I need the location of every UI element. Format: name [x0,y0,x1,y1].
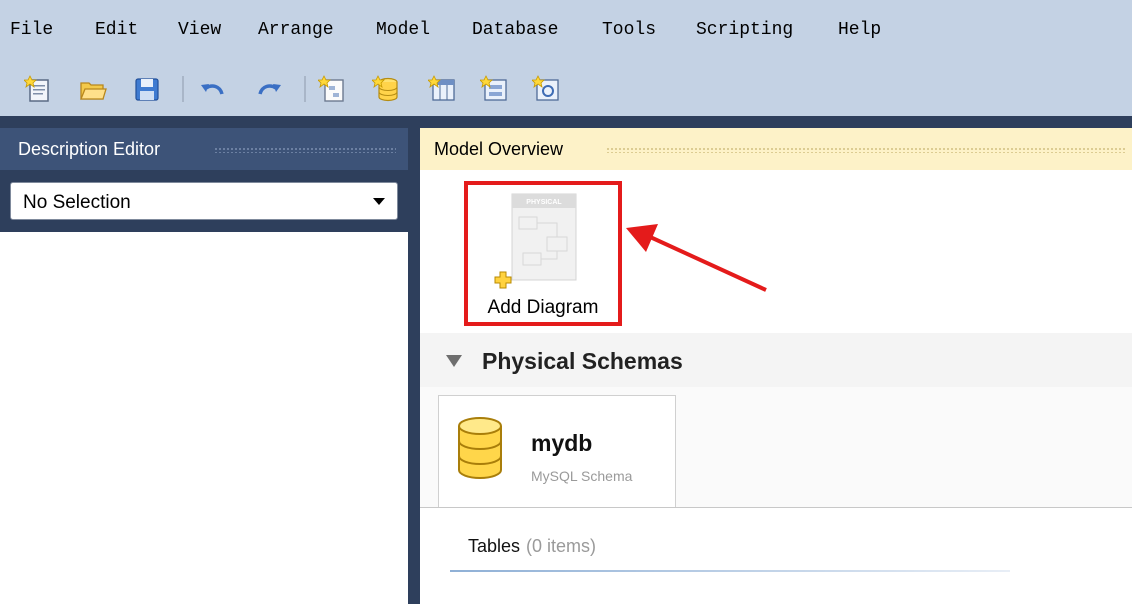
physical-schemas-section-header[interactable]: Physical Schemas [420,333,1132,387]
toolbar-separator [182,76,184,102]
toolbar-separator [304,76,306,102]
add-schema-tool-icon[interactable] [372,74,402,104]
menu-file[interactable]: File [10,20,53,40]
schema-tab-mydb[interactable]: mydb MySQL Schema [438,395,676,507]
chevron-down-icon [373,198,385,205]
panel-splitter[interactable] [408,116,420,604]
add-diagram-tool-icon[interactable] [318,74,348,104]
panel-grip[interactable] [606,147,1126,153]
diagram-thumbnail-icon: PHYSICAL [511,193,577,281]
model-overview-title: Model Overview [434,139,564,159]
toolbar [0,62,1132,116]
undo-icon[interactable] [198,74,228,104]
menu-arrange[interactable]: Arrange [258,20,334,40]
menu-tools[interactable]: Tools [602,20,656,40]
tables-group-header[interactable]: Tables (0 items) [468,536,596,557]
window-frame [0,116,1132,128]
description-editor-header: Description Editor [0,128,408,170]
schema-name: mydb [531,430,593,456]
add-table-icon[interactable] [428,74,458,104]
redo-icon[interactable] [254,74,284,104]
schema-type: MySQL Schema [531,468,633,484]
collapse-triangle-icon[interactable] [446,355,462,367]
model-overview-panel: Model Overview PHYSICAL Add Diagram Phys… [420,128,1132,604]
add-diagram-button[interactable]: PHYSICAL Add Diagram [464,181,622,326]
schema-tab-strip: mydb MySQL Schema [420,387,1132,508]
description-editor-title: Description Editor [18,139,161,159]
selection-row: No Selection [0,170,408,232]
plus-icon [494,271,512,289]
model-overview-header: Model Overview [420,128,1132,170]
description-editor-panel: Description Editor No Selection [0,128,408,604]
physical-schemas-title: Physical Schemas [482,348,683,374]
selection-dropdown[interactable]: No Selection [10,182,398,220]
open-folder-icon[interactable] [78,74,108,104]
menu-scripting[interactable]: Scripting [696,20,793,40]
new-document-icon[interactable] [24,74,54,104]
menu-edit[interactable]: Edit [95,20,138,40]
tables-label: Tables [468,536,521,556]
tables-divider [450,570,1010,572]
add-view-icon[interactable] [480,74,510,104]
thumbnail-caption: PHYSICAL [526,199,562,206]
tables-count: (0 items) [526,536,597,556]
add-diagram-label: Add Diagram [487,297,599,318]
panel-grip[interactable] [214,147,396,153]
menu-view[interactable]: View [178,20,221,40]
menu-database[interactable]: Database [472,20,558,40]
selection-value: No Selection [23,192,131,213]
database-icon [458,417,502,479]
menu-bar: File Edit View Arrange Model Database To… [0,0,1132,62]
save-icon[interactable] [132,74,162,104]
add-routine-icon[interactable] [532,74,562,104]
menu-help[interactable]: Help [838,20,881,40]
menu-model[interactable]: Model [376,20,430,40]
